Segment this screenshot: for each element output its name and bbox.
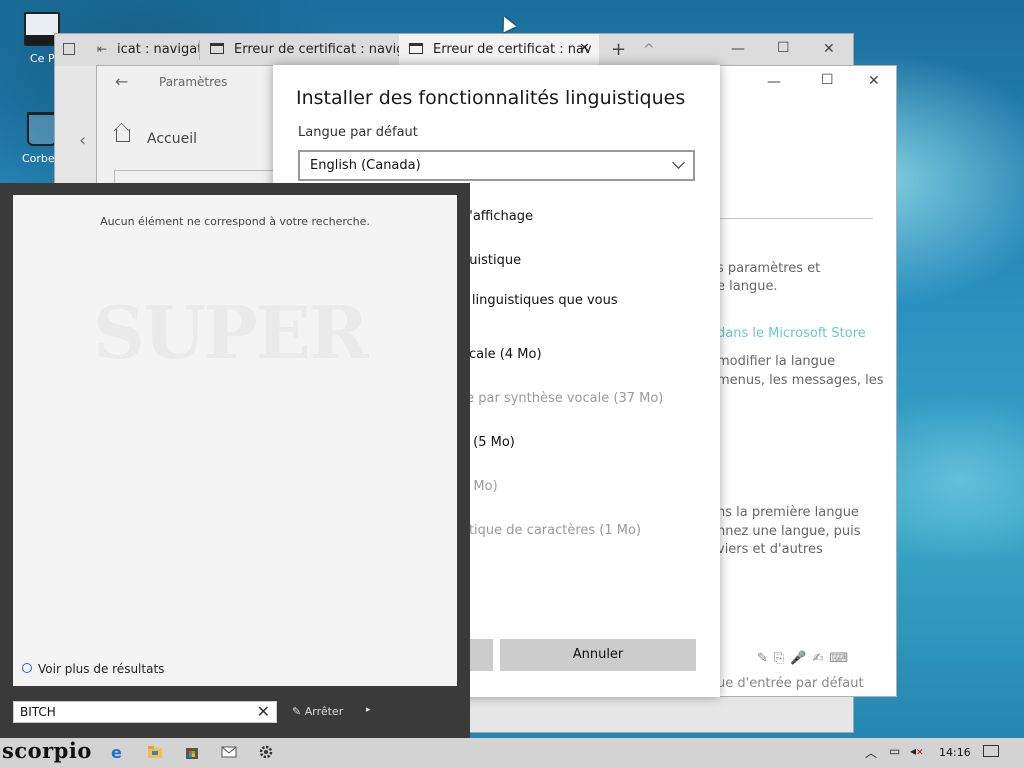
home-icon: [116, 129, 130, 142]
description-text: viers et d'autres: [717, 542, 823, 557]
close-button[interactable]: ✕: [823, 41, 835, 57]
tab-1[interactable]: ⇤ icat : navigat: [91, 34, 199, 66]
tab-label: icat : navigat: [117, 42, 199, 57]
page-icon: [409, 43, 423, 54]
tab-3-active[interactable]: Erreur de certificat : nav ✕: [399, 34, 599, 66]
microsoft-store-link[interactable]: dans le Microsoft Store: [717, 326, 866, 341]
feature-description: s linguistiques que vous: [461, 293, 618, 308]
close-tab-icon[interactable]: ✕: [579, 41, 590, 56]
maximize-button[interactable]: ☐: [821, 72, 834, 88]
maximize-button[interactable]: ☐: [777, 40, 790, 56]
action-center-icon[interactable]: [983, 745, 999, 757]
description-text: e langue.: [717, 279, 778, 294]
shutdown-button[interactable]: ✎ Arrêter: [292, 705, 343, 718]
search-box[interactable]: ✕: [13, 701, 277, 723]
tab-overflow-button[interactable]: ^: [643, 42, 655, 58]
clear-search-icon[interactable]: ✕: [257, 702, 270, 721]
description-text: nnez une langue, puis: [717, 524, 861, 539]
dialog-title: Installer des fonctionnalités linguistiq…: [296, 87, 686, 109]
recycle-bin-icon: [27, 112, 57, 146]
no-results-message: Aucun élément ne correspond à votre rech…: [100, 215, 370, 228]
page-icon: [210, 43, 224, 54]
language-feature-icons: ✎⎘🎤✍⌨: [757, 651, 855, 666]
description-text: ue d'entrée par défaut: [717, 676, 864, 691]
search-icon: [22, 663, 32, 673]
start-menu: SUPER Aucun élément ne correspond à votr…: [0, 183, 470, 740]
sidebar-item-home[interactable]: Accueil: [147, 131, 197, 147]
description-text: menus, les messages, les: [717, 373, 884, 388]
network-icon[interactable]: ▭: [889, 744, 900, 758]
tray-overflow-icon[interactable]: ︿: [865, 744, 877, 761]
edge-icon[interactable]: e: [110, 743, 126, 762]
language-search-field[interactable]: [717, 218, 873, 219]
selected-language: English (Canada): [310, 158, 421, 173]
search-input[interactable]: [20, 704, 240, 720]
settings-gear-icon[interactable]: [258, 744, 274, 760]
back-icon[interactable]: ←: [115, 72, 128, 91]
browser-tabbar: ⇤ icat : navigat Erreur de certificat : …: [55, 34, 853, 66]
tab-set-aside-icon: ⇤: [97, 42, 108, 56]
see-more-label: Voir plus de résultats: [38, 662, 165, 676]
settings-title: Paramètres: [159, 75, 228, 89]
see-more-results-link[interactable]: Voir plus de résultats: [22, 662, 164, 676]
shutdown-label: Arrêter: [304, 705, 344, 718]
svg-text:e: e: [111, 744, 122, 760]
power-options-arrow[interactable]: ▸: [366, 705, 371, 715]
clock[interactable]: 14:16: [939, 746, 971, 759]
feature-item[interactable]: d'affichage: [461, 209, 533, 224]
back-arrow-icon[interactable]: ‹: [79, 130, 86, 151]
background-artwork: SUPER: [93, 290, 369, 375]
close-button[interactable]: ✕: [868, 73, 880, 89]
minimize-button[interactable]: —: [731, 41, 745, 57]
store-icon[interactable]: [184, 744, 200, 760]
feature-item-disabled: otique de caractères (1 Mo): [461, 523, 642, 538]
file-explorer-icon[interactable]: [147, 744, 163, 760]
tab-preview-icon[interactable]: [63, 43, 75, 55]
default-language-select[interactable]: English (Canada): [298, 150, 695, 181]
chevron-down-icon: [672, 156, 685, 169]
taskbar: scorpio e ︿ ▭ ◂✕ 14:16: [0, 738, 1024, 768]
cancel-button[interactable]: Annuler: [500, 639, 696, 671]
default-language-label: Langue par défaut: [298, 125, 418, 140]
description-text: ns la première langue: [717, 505, 859, 520]
feature-item[interactable]: ocale (4 Mo): [461, 347, 542, 362]
new-tab-button[interactable]: +: [611, 39, 626, 60]
feature-item[interactable]: guistique: [461, 253, 521, 268]
pen-icon: ✎: [292, 705, 302, 718]
tab-label: Erreur de certificat : navigat: [234, 42, 399, 57]
start-button[interactable]: scorpio: [2, 738, 92, 763]
description-text: s paramètres et: [717, 261, 821, 276]
tab-2[interactable]: Erreur de certificat : navigat: [200, 34, 399, 66]
feature-item-disabled: te par synthèse vocale (37 Mo): [461, 391, 664, 406]
tab-label: Erreur de certificat : nav: [433, 42, 592, 57]
mail-icon[interactable]: [221, 744, 237, 760]
description-text: modifier la langue: [717, 354, 836, 369]
volume-muted-icon[interactable]: ◂✕: [910, 744, 924, 758]
search-results-panel: SUPER Aucun élément ne correspond à votr…: [13, 195, 457, 686]
minimize-button[interactable]: —: [767, 74, 781, 90]
